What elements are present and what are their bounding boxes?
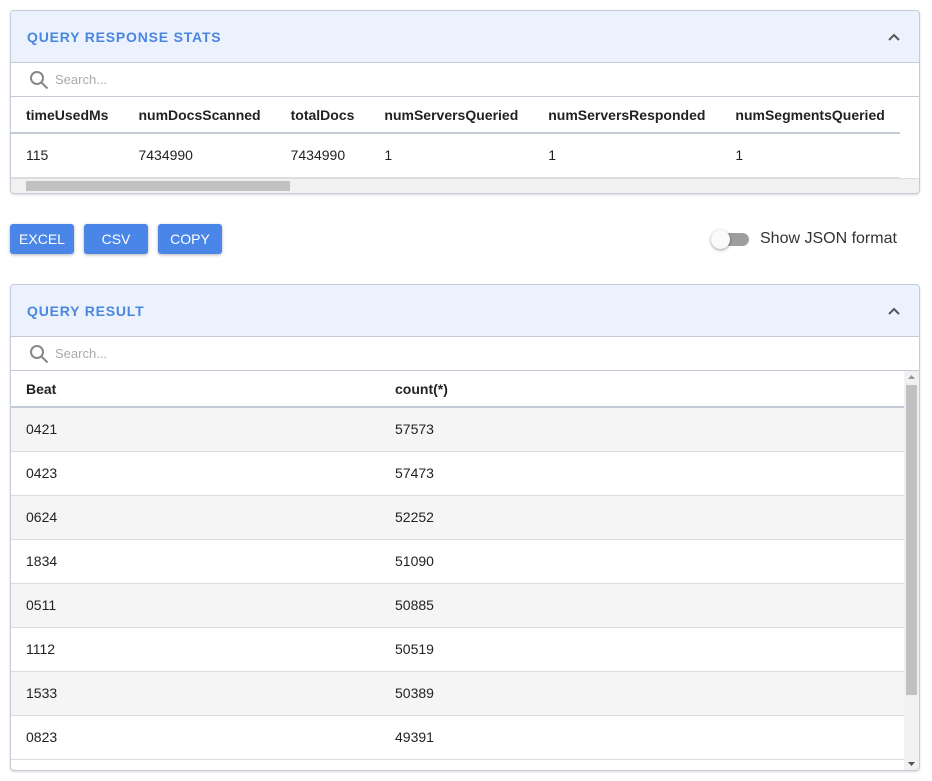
table-row: 0624 52252 [11,495,904,540]
stats-title: QUERY RESPONSE STATS [27,28,222,45]
stats-table: timeUsedMs numDocsScanned totalDocs numS… [11,97,900,178]
column-header[interactable]: count(*) [380,371,904,408]
table-cell: 1 [720,133,900,178]
column-header[interactable]: numDocsScanned [123,97,276,134]
table-cell: 7434990 [275,133,370,178]
column-header[interactable]: Beat [11,371,380,408]
table-cell: 1 [533,133,721,178]
table-cell: 57573 [380,407,904,452]
table-row: 0823 49391 [11,715,904,760]
column-header[interactable]: numSegmentsQueried [720,97,900,134]
excel-button[interactable]: EXCEL [10,224,74,254]
table-cell: 52252 [380,495,904,540]
table-cell: 115 [11,133,124,178]
query-response-stats-panel: QUERY RESPONSE STATS timeUsedMs numDocsS… [10,10,920,194]
stats-search-input[interactable] [55,72,355,87]
chevron-up-icon[interactable] [885,28,903,46]
json-format-toggle[interactable] [711,230,749,249]
table-cell: 0823 [11,715,380,760]
column-header[interactable]: numServersQueried [369,97,534,134]
column-header[interactable]: totalDocs [275,97,370,134]
table-cell: 1834 [11,539,380,584]
table-row: 1112 50519 [11,627,904,672]
scrollbar-thumb[interactable] [906,385,917,695]
search-icon [30,70,49,89]
scrollbar-thumb[interactable] [26,180,290,191]
table-cell: 50519 [380,627,904,672]
result-table-container: Beat count(*) 0421 57573 0423 57473 0624 5225… [11,371,919,770]
horizontal-scrollbar[interactable] [11,177,919,193]
table-cell: 7434990 [123,133,276,178]
chevron-up-icon[interactable] [885,302,903,320]
table-row: 1533 50389 [11,671,904,716]
table-cell: 50389 [380,671,904,716]
copy-button[interactable]: COPY [158,224,222,254]
table-row: 0421 57573 [11,407,904,452]
result-search-input[interactable] [55,346,355,361]
table-cell: 0423 [11,451,380,496]
table-cell: 1112 [11,627,380,672]
column-header[interactable]: numServersResponded [533,97,721,134]
result-header[interactable]: QUERY RESULT [11,285,919,337]
table-cell: 51090 [380,539,904,584]
table-cell: 1533 [11,671,380,716]
table-cell: 0624 [11,495,380,540]
search-icon [30,344,49,363]
stats-search [11,63,919,97]
stats-header[interactable]: QUERY RESPONSE STATS [11,11,919,63]
table-cell: 1 [369,133,534,178]
table-row: 1834 51090 [11,539,904,584]
table-row: 0423 57473 [11,451,904,496]
csv-button[interactable]: CSV [84,224,148,254]
result-search [11,337,919,371]
table-cell: 49391 [380,715,904,760]
json-format-label: Show JSON format [760,230,897,247]
table-cell: 50885 [380,583,904,628]
result-table: Beat count(*) 0421 57573 0423 57473 0624 5225… [11,371,904,760]
table-row: 115 7434990 7434990 1 1 1 [11,133,900,178]
table-cell: 57473 [380,451,904,496]
table-cell: 0511 [11,583,380,628]
table-row: 0511 50885 [11,583,904,628]
query-result-panel: QUERY RESULT Beat count(*) 0421575730423… [10,284,920,771]
result-title: QUERY RESULT [27,302,145,319]
column-header[interactable]: timeUsedMs [11,97,124,134]
vertical-scrollbar[interactable] [904,371,919,770]
table-cell: 0421 [11,407,380,452]
